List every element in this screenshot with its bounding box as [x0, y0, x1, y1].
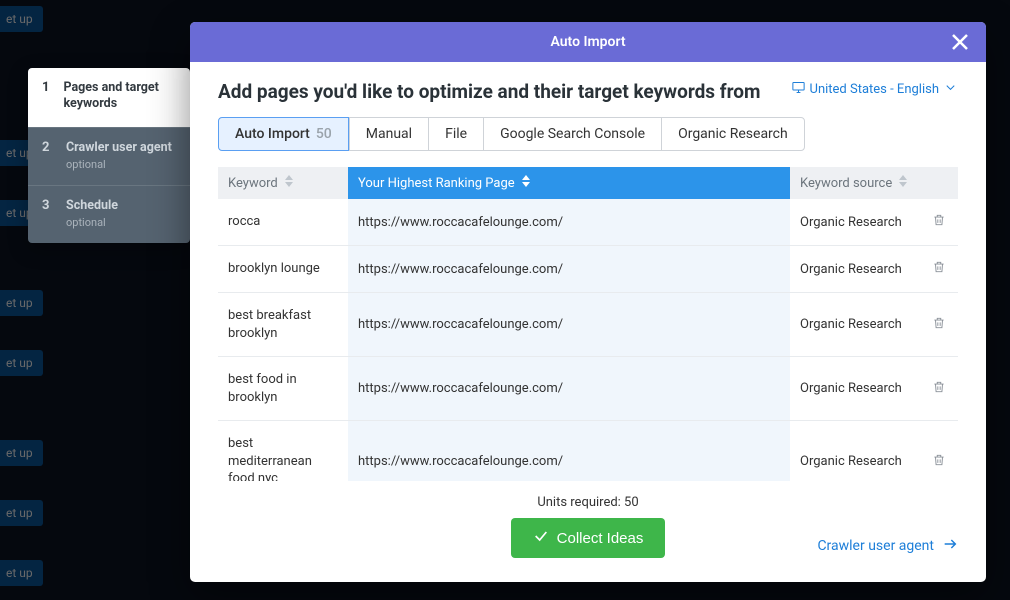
col-keyword-label: Keyword	[228, 176, 278, 191]
wizard-step[interactable]: 1 Pages and target keywords	[28, 68, 190, 127]
wizard-step[interactable]: 3 Schedule optional	[28, 185, 190, 243]
collect-ideas-button[interactable]: Collect Ideas	[511, 518, 666, 558]
chevron-down-icon	[943, 80, 958, 99]
source-tab[interactable]: Manual	[349, 117, 428, 151]
source-tab[interactable]: Organic Research	[661, 117, 805, 151]
cell-source: Organic Research	[790, 199, 920, 245]
col-source-label: Keyword source	[800, 176, 892, 191]
step-number: 2	[42, 140, 52, 171]
source-tab[interactable]: Auto Import 50	[218, 117, 349, 151]
delete-row-button[interactable]	[920, 293, 958, 356]
table-row: best mediterranean food nyc https://www.…	[218, 421, 958, 481]
table-row: rocca https://www.roccacafelounge.com/ O…	[218, 199, 958, 246]
cell-source: Organic Research	[790, 421, 920, 481]
col-source[interactable]: Keyword source	[790, 167, 920, 199]
delete-row-button[interactable]	[920, 246, 958, 292]
table-body: rocca https://www.roccacafelounge.com/ O…	[218, 199, 958, 481]
tab-label: Google Search Console	[500, 126, 645, 142]
tab-label: Auto Import	[235, 126, 310, 142]
cell-keyword: best food in brooklyn	[218, 357, 348, 420]
trash-icon	[932, 260, 946, 278]
step-label: Crawler user agent	[66, 140, 172, 156]
table-row: best breakfast brooklyn https://www.rocc…	[218, 293, 958, 357]
tab-label: File	[445, 126, 467, 142]
tab-label: Manual	[366, 126, 412, 142]
location-selector[interactable]: United States - English	[791, 80, 958, 99]
step-number: 3	[42, 198, 52, 229]
table-row: brooklyn lounge https://www.roccacafelou…	[218, 246, 958, 293]
sort-icon	[521, 175, 531, 191]
modal-header: Auto Import	[190, 22, 986, 62]
step-number: 1	[42, 80, 49, 113]
wizard-stepper: 1 Pages and target keywords 2 Crawler us…	[28, 68, 190, 243]
wizard-step[interactable]: 2 Crawler user agent optional	[28, 127, 190, 185]
col-keyword[interactable]: Keyword	[218, 167, 348, 199]
cell-page: https://www.roccacafelounge.com/	[348, 246, 790, 292]
trash-icon	[932, 453, 946, 471]
cell-keyword: best breakfast brooklyn	[218, 293, 348, 356]
tab-count: 50	[316, 126, 332, 142]
cell-source: Organic Research	[790, 246, 920, 292]
close-icon[interactable]	[948, 30, 972, 58]
cell-page: https://www.roccacafelounge.com/	[348, 421, 790, 481]
step-optional: optional	[66, 216, 118, 229]
modal-title: Auto Import	[550, 34, 625, 50]
next-step-label: Crawler user agent	[817, 538, 934, 554]
units-required: Units required: 50	[537, 495, 638, 510]
tab-label: Organic Research	[678, 126, 788, 142]
cell-page: https://www.roccacafelounge.com/	[348, 357, 790, 420]
cell-keyword: best mediterranean food nyc	[218, 421, 348, 481]
cell-page: https://www.roccacafelounge.com/	[348, 199, 790, 245]
monitor-icon	[791, 80, 806, 99]
cell-source: Organic Research	[790, 357, 920, 420]
check-icon	[533, 528, 549, 548]
modal-footer: Units required: 50 Collect Ideas Crawler…	[190, 481, 986, 582]
step-label: Pages and target keywords	[63, 80, 176, 113]
trash-icon	[932, 213, 946, 231]
col-actions	[920, 167, 958, 199]
cell-keyword: brooklyn lounge	[218, 246, 348, 292]
modal-body: Add pages you'd like to optimize and the…	[190, 62, 986, 481]
cell-keyword: rocca	[218, 199, 348, 245]
arrow-right-icon	[942, 536, 958, 556]
source-tab[interactable]: File	[428, 117, 483, 151]
source-tab[interactable]: Google Search Console	[483, 117, 661, 151]
col-page[interactable]: Your Highest Ranking Page	[348, 167, 790, 199]
collect-ideas-label: Collect Ideas	[557, 530, 644, 547]
trash-icon	[932, 316, 946, 334]
step-optional: optional	[66, 158, 172, 171]
next-step-link[interactable]: Crawler user agent	[817, 536, 958, 556]
location-label: United States - English	[810, 82, 939, 97]
cell-page: https://www.roccacafelounge.com/	[348, 293, 790, 356]
delete-row-button[interactable]	[920, 357, 958, 420]
keywords-table: Keyword Your Highest Ranking Page Keywor…	[218, 167, 958, 481]
delete-row-button[interactable]	[920, 421, 958, 481]
sort-icon	[898, 175, 908, 191]
cell-source: Organic Research	[790, 293, 920, 356]
table-row: best food in brooklyn https://www.roccac…	[218, 357, 958, 421]
delete-row-button[interactable]	[920, 199, 958, 245]
trash-icon	[932, 380, 946, 398]
col-page-label: Your Highest Ranking Page	[358, 176, 515, 191]
source-tabs: Auto Import 50 Manual File Google Search Con…	[218, 117, 958, 151]
table-header: Keyword Your Highest Ranking Page Keywor…	[218, 167, 958, 199]
sort-icon	[284, 175, 294, 191]
auto-import-modal: Auto Import Add pages you'd like to opti…	[190, 22, 986, 582]
modal-headline: Add pages you'd like to optimize and the…	[218, 80, 760, 103]
step-label: Schedule	[66, 198, 118, 214]
